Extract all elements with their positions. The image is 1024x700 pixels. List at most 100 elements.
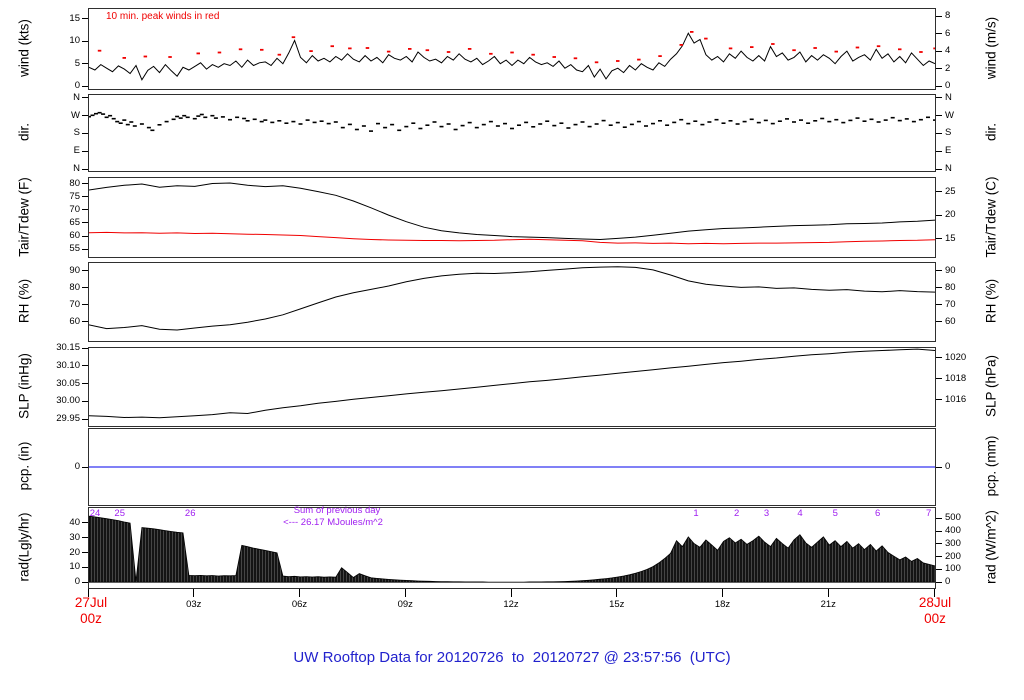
wind-axis-label-left: wind (kts) bbox=[16, 19, 32, 77]
dir-ytick-mark bbox=[82, 168, 88, 170]
wind-ytick-mark bbox=[936, 50, 942, 52]
rad-ytick-mark bbox=[936, 517, 942, 519]
slp-ytick-mark bbox=[82, 383, 88, 385]
slp-ytick-label: 30.15 bbox=[56, 342, 80, 353]
dir-ytick-label: N bbox=[945, 91, 952, 103]
temp-ytick-mark bbox=[82, 222, 88, 224]
mj-sum-marker: 4 bbox=[797, 508, 803, 519]
slp-ytick-label: 30.05 bbox=[56, 377, 80, 389]
rad-ytick-mark bbox=[936, 530, 942, 532]
wind-ytick-mark bbox=[936, 85, 942, 87]
sea-level-pressure-panel bbox=[88, 347, 936, 427]
figure-title: UW Rooftop Data for 20120726 to 20120727… bbox=[293, 649, 731, 666]
humidity-plot bbox=[89, 266, 935, 331]
temp-ytick-label: 70 bbox=[69, 203, 80, 215]
mj-sum-marker: 26 bbox=[184, 508, 196, 519]
temp-ytick-label: 75 bbox=[69, 190, 80, 202]
rad-series-area bbox=[89, 515, 935, 583]
temperature-dewpoint-panel bbox=[88, 177, 936, 258]
rh-ytick-mark bbox=[82, 287, 88, 289]
slp-series-line bbox=[89, 348, 935, 419]
rh-ytick-label: 70 bbox=[69, 298, 80, 310]
x-axis-tick bbox=[87, 589, 89, 597]
rh-axis-label-left: RH (%) bbox=[16, 278, 32, 324]
dir-ytick-label: E bbox=[945, 145, 952, 157]
slp-axis-label-right: SLP (hPa) bbox=[983, 354, 999, 418]
slp-ytick-mark bbox=[82, 347, 88, 349]
dir-ytick-label: E bbox=[73, 145, 80, 157]
rh-series-line bbox=[89, 266, 935, 331]
temp-ytick-mark bbox=[82, 196, 88, 198]
dir-ytick-mark bbox=[82, 97, 88, 99]
pcp-axis-label-right: pcp. (mm) bbox=[983, 435, 999, 497]
temp-series-line bbox=[89, 182, 935, 241]
weather-meteogram-figure: 10 min. peak winds in red Sum of previou… bbox=[0, 0, 1024, 700]
dir-axis-label-right: dir. bbox=[983, 122, 999, 142]
rad-ytick-label: 0 bbox=[74, 576, 80, 588]
wind-ytick-label: 10 bbox=[69, 35, 80, 47]
start-date-line: 27Jul bbox=[74, 595, 108, 610]
rad-ytick-mark bbox=[82, 552, 88, 554]
x-axis-tick-label: 03z bbox=[186, 599, 202, 610]
rad-ytick-mark bbox=[936, 556, 942, 558]
rh-ytick-mark bbox=[936, 287, 942, 289]
slp-ytick-mark bbox=[936, 399, 942, 401]
x-axis-tick bbox=[722, 589, 723, 597]
wind-axis-label-right: wind (m/s) bbox=[983, 16, 999, 80]
x-axis-tick bbox=[933, 589, 935, 597]
dir-ytick-label: N bbox=[73, 163, 80, 175]
rad-ytick-mark bbox=[82, 566, 88, 568]
slp-ytick-label: 30.00 bbox=[56, 395, 80, 407]
temp-ytick-mark bbox=[82, 183, 88, 185]
dir-series-scatter bbox=[89, 111, 935, 132]
rad-ytick-mark bbox=[936, 581, 942, 583]
rad-ytick-label: 10 bbox=[69, 561, 80, 573]
rad-ytick-mark bbox=[82, 522, 88, 524]
wind-ytick-label: 0 bbox=[945, 80, 951, 92]
temp-axis-label-right: Tair/Tdew (C) bbox=[983, 175, 999, 258]
wind-ytick-mark bbox=[82, 85, 88, 87]
x-axis-tick bbox=[404, 589, 406, 597]
rh-ytick-label: 60 bbox=[69, 315, 80, 327]
mj-sum-marker: 1 bbox=[693, 508, 699, 519]
temp-ytick-mark bbox=[82, 209, 88, 211]
mj-sum-marker: 2 bbox=[733, 508, 740, 519]
pcp-ytick-mark bbox=[936, 466, 942, 468]
pcp-ytick-mark bbox=[82, 466, 88, 468]
dir-ytick-label: W bbox=[71, 109, 80, 121]
rad-ytick-mark bbox=[82, 581, 88, 583]
dir-ytick-mark bbox=[936, 132, 942, 134]
dir-ytick-label: N bbox=[945, 163, 952, 175]
rad-ytick-label: 30 bbox=[69, 531, 80, 543]
rh-ytick-mark bbox=[936, 321, 942, 323]
temp-ytick-label: 80 bbox=[69, 177, 80, 189]
slp-ytick-label: 29.95 bbox=[56, 413, 80, 425]
wind-ytick-mark bbox=[936, 15, 942, 17]
rad-ytick-mark bbox=[936, 568, 942, 570]
temp-ytick-mark bbox=[936, 214, 942, 216]
radiation-plot bbox=[89, 515, 935, 583]
wind-ytick-label: 5 bbox=[74, 57, 80, 69]
rh-ytick-label: 90 bbox=[945, 264, 956, 276]
x-axis-tick bbox=[193, 589, 195, 597]
rh-ytick-label: 80 bbox=[69, 281, 80, 293]
end-hour-line: 00z bbox=[924, 611, 946, 626]
x-axis-start-date: 27Jul 00z bbox=[56, 595, 126, 627]
wind-ytick-mark bbox=[936, 33, 942, 35]
mj-sum-marker: 6 bbox=[874, 508, 881, 519]
temp-ytick-mark bbox=[82, 248, 88, 250]
slp-axis-label-left: SLP (inHg) bbox=[16, 353, 32, 419]
pcp-ytick-label: 0 bbox=[74, 461, 80, 472]
dir-ytick-mark bbox=[82, 150, 88, 152]
x-axis-tick-label: 18z bbox=[714, 599, 731, 610]
x-axis-end-date: 28Jul 00z bbox=[900, 595, 970, 627]
rh-ytick-mark bbox=[936, 270, 942, 272]
temp-ytick-mark bbox=[82, 235, 88, 237]
x-axis-tick bbox=[510, 589, 512, 597]
slp-ytick-mark bbox=[936, 378, 942, 380]
dir-ytick-mark bbox=[936, 97, 942, 99]
rad-axis-label-right: rad (W/m^2) bbox=[983, 510, 999, 584]
precipitation-plot bbox=[89, 466, 935, 468]
wind-ytick-mark bbox=[82, 63, 88, 65]
x-axis-tick-label: 21z bbox=[820, 599, 836, 610]
